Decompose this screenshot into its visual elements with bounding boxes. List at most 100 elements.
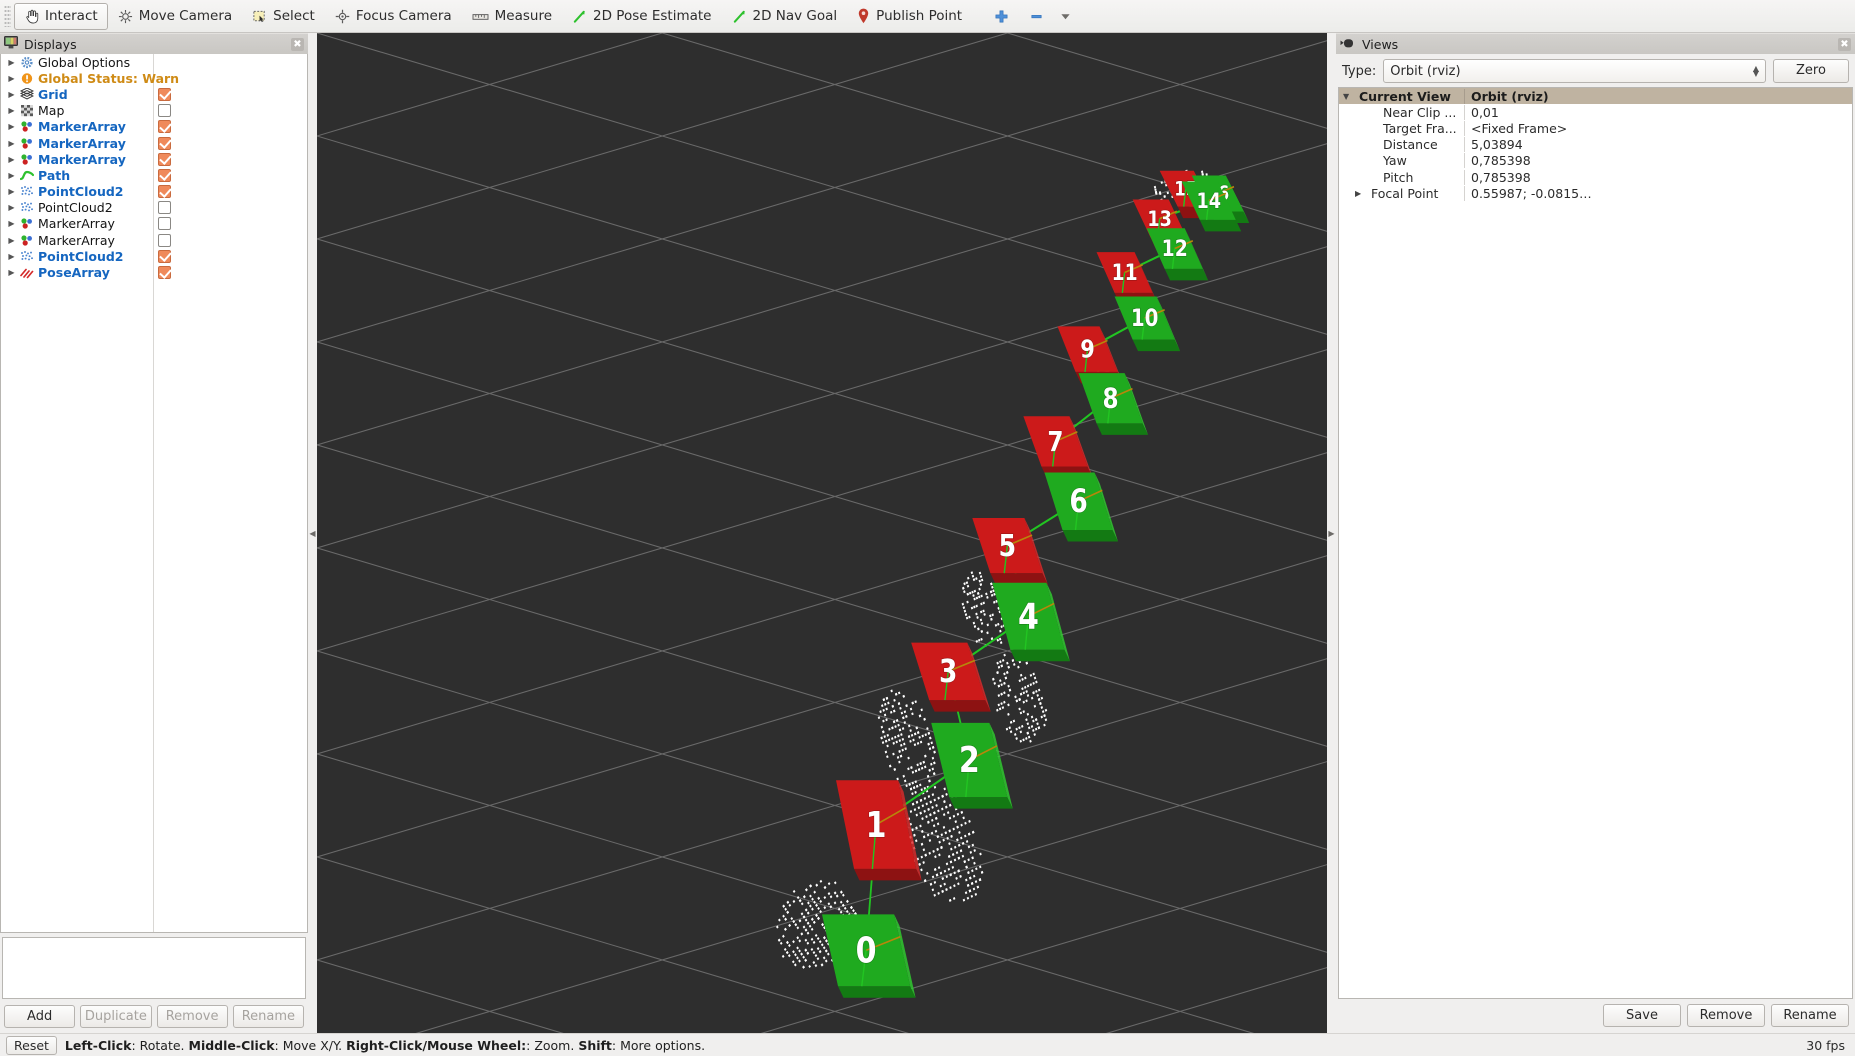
- display-enable-checkbox[interactable]: [158, 266, 171, 279]
- display-item-pointcloud2-8[interactable]: ▶ PointCloud2: [1, 184, 307, 200]
- expand-arrow-icon[interactable]: ▶: [5, 236, 18, 245]
- display-enable-checkbox[interactable]: [158, 250, 171, 263]
- expand-arrow-icon[interactable]: ▶: [5, 187, 18, 196]
- display-enable-checkbox[interactable]: [158, 234, 171, 247]
- displays-close-icon[interactable]: ✖: [291, 38, 304, 51]
- save-view-button[interactable]: Save: [1603, 1004, 1681, 1027]
- view-property-row[interactable]: Yaw0,785398: [1339, 153, 1852, 169]
- display-enable-checkbox[interactable]: [158, 169, 171, 182]
- expand-collapse-icon[interactable]: ▼: [1343, 92, 1357, 101]
- tool-focus-camera[interactable]: Focus Camera: [325, 3, 462, 30]
- duplicate-display-button[interactable]: Duplicate: [80, 1005, 151, 1028]
- zero-view-button[interactable]: Zero: [1773, 59, 1849, 83]
- view-type-label: Type:: [1342, 64, 1376, 79]
- displays-panel-header: Displays ✖: [0, 33, 308, 54]
- display-item-markerarray-5[interactable]: ▶MarkerArray: [1, 135, 307, 151]
- view-property-key: Target Fra...: [1357, 121, 1457, 136]
- display-item-label: Map: [35, 103, 64, 118]
- display-item-markerarray-11[interactable]: ▶MarkerArray: [1, 232, 307, 248]
- display-item-grid-2[interactable]: ▶Grid: [1, 86, 307, 102]
- marker-label-3: 3: [939, 653, 957, 690]
- expand-arrow-icon[interactable]: ▶: [5, 252, 18, 261]
- display-item-map-3[interactable]: ▶ Map: [1, 103, 307, 119]
- view-table-header: ▼ Current View Orbit (rviz): [1339, 88, 1852, 104]
- toolbar-overflow-button[interactable]: [1054, 3, 1077, 30]
- expand-arrow-icon[interactable]: ▶: [5, 155, 18, 164]
- add-tool-button[interactable]: [984, 3, 1019, 30]
- views-close-icon[interactable]: ✖: [1838, 38, 1851, 51]
- reset-button[interactable]: Reset: [6, 1036, 57, 1055]
- view-property-value[interactable]: 0,785398: [1464, 170, 1852, 185]
- tool-publish-point[interactable]: Publish Point: [847, 3, 972, 30]
- tool-select[interactable]: Select: [242, 3, 325, 30]
- view-header-value: Orbit (rviz): [1464, 89, 1852, 104]
- view-property-value[interactable]: 0,785398: [1464, 153, 1852, 168]
- view-property-value[interactable]: 0,01: [1464, 105, 1852, 120]
- toolbar-drag-handle[interactable]: [4, 5, 11, 27]
- remove-view-button[interactable]: Remove: [1687, 1004, 1765, 1027]
- view-property-value[interactable]: 0.55987; -0.0815…: [1464, 186, 1852, 201]
- rename-display-button[interactable]: Rename: [233, 1005, 304, 1028]
- status-hint-part-0: Left-Click: [65, 1038, 132, 1053]
- expand-arrow-icon[interactable]: ▶: [5, 106, 18, 115]
- expand-arrow-icon[interactable]: ▶: [5, 203, 18, 212]
- view-property-row[interactable]: Pitch0,785398: [1339, 169, 1852, 185]
- display-enable-checkbox[interactable]: [158, 201, 171, 214]
- display-enable-checkbox[interactable]: [158, 217, 171, 230]
- view-property-value[interactable]: <Fixed Frame>: [1464, 121, 1852, 136]
- camera-icon: [1340, 37, 1356, 52]
- display-enable-checkbox[interactable]: [158, 104, 171, 117]
- view-property-row[interactable]: Near Clip ...0,01: [1339, 104, 1852, 120]
- scene-canvas[interactable]: 151614131211109876543210: [317, 33, 1327, 1033]
- right-splitter-handle[interactable]: ▶: [1327, 33, 1336, 1033]
- display-item-label: PointCloud2: [35, 184, 124, 199]
- displays-tree[interactable]: ▶Global Options▶Global Status: Warn▶Grid…: [0, 54, 308, 933]
- tool-measure[interactable]: Measure: [462, 3, 562, 30]
- expand-arrow-icon[interactable]: ▶: [5, 171, 18, 180]
- display-enable-checkbox[interactable]: [158, 153, 171, 166]
- expand-arrow-icon[interactable]: ▶: [1355, 189, 1369, 198]
- status-bar: Reset Left-Click: Rotate. Middle-Click: …: [0, 1033, 1855, 1056]
- display-item-global-status-warn-1[interactable]: ▶Global Status: Warn: [1, 70, 307, 86]
- tool-move-camera[interactable]: Move Camera: [108, 3, 242, 30]
- display-enable-checkbox[interactable]: [158, 120, 171, 133]
- remove-display-button[interactable]: Remove: [157, 1005, 228, 1028]
- view-property-row[interactable]: Distance5,03894: [1339, 137, 1852, 153]
- view-property-row[interactable]: Target Fra... <Fixed Frame>: [1339, 120, 1852, 136]
- view-property-value[interactable]: 5,03894: [1464, 137, 1852, 152]
- plus-icon: [994, 9, 1009, 24]
- display-enable-checkbox[interactable]: [158, 137, 171, 150]
- tool-2d-nav-goal[interactable]: 2D Nav Goal: [722, 3, 848, 30]
- display-item-path-7[interactable]: ▶Path: [1, 167, 307, 183]
- view-property-row[interactable]: ▶Focal Point0.55987; -0.0815…: [1339, 185, 1852, 201]
- expand-arrow-icon[interactable]: ▶: [5, 122, 18, 131]
- expand-arrow-icon[interactable]: ▶: [5, 74, 18, 83]
- expand-arrow-icon[interactable]: ▶: [5, 268, 18, 277]
- expand-arrow-icon[interactable]: ▶: [5, 90, 18, 99]
- display-enable-checkbox[interactable]: [158, 185, 171, 198]
- view-properties-table[interactable]: ▼ Current View Orbit (rviz) Near Clip ..…: [1338, 87, 1853, 999]
- display-item-global-options-0[interactable]: ▶Global Options: [1, 54, 307, 70]
- display-item-markerarray-4[interactable]: ▶MarkerArray: [1, 119, 307, 135]
- tool-interact[interactable]: Interact: [14, 3, 108, 30]
- expand-arrow-icon[interactable]: ▶: [5, 58, 18, 67]
- marker-side-face: [929, 700, 991, 711]
- display-item-markerarray-10[interactable]: ▶MarkerArray: [1, 216, 307, 232]
- render-view-3d[interactable]: 151614131211109876543210: [317, 33, 1327, 1033]
- collapse-right-icon: ▶: [1328, 529, 1334, 538]
- display-item-posearray-13[interactable]: ▶PoseArray: [1, 264, 307, 280]
- expand-arrow-icon[interactable]: ▶: [5, 219, 18, 228]
- rename-view-button[interactable]: Rename: [1771, 1004, 1849, 1027]
- remove-tool-button[interactable]: [1019, 3, 1054, 30]
- display-enable-checkbox[interactable]: [158, 88, 171, 101]
- spinner-arrows-icon[interactable]: ▲▼: [1753, 66, 1759, 76]
- view-type-combobox[interactable]: Orbit (rviz) ▲▼: [1383, 59, 1766, 83]
- display-item-pointcloud2-9[interactable]: ▶PointCloud2: [1, 200, 307, 216]
- left-splitter-handle[interactable]: ◀: [308, 33, 317, 1033]
- expand-arrow-icon[interactable]: ▶: [5, 139, 18, 148]
- display-item-markerarray-6[interactable]: ▶MarkerArray: [1, 151, 307, 167]
- display-item-pointcloud2-12[interactable]: ▶PointCloud2: [1, 248, 307, 264]
- tool-2d-pose-estimate[interactable]: 2D Pose Estimate: [562, 3, 721, 30]
- add-display-button[interactable]: Add: [4, 1005, 75, 1028]
- gear-icon: [18, 55, 35, 69]
